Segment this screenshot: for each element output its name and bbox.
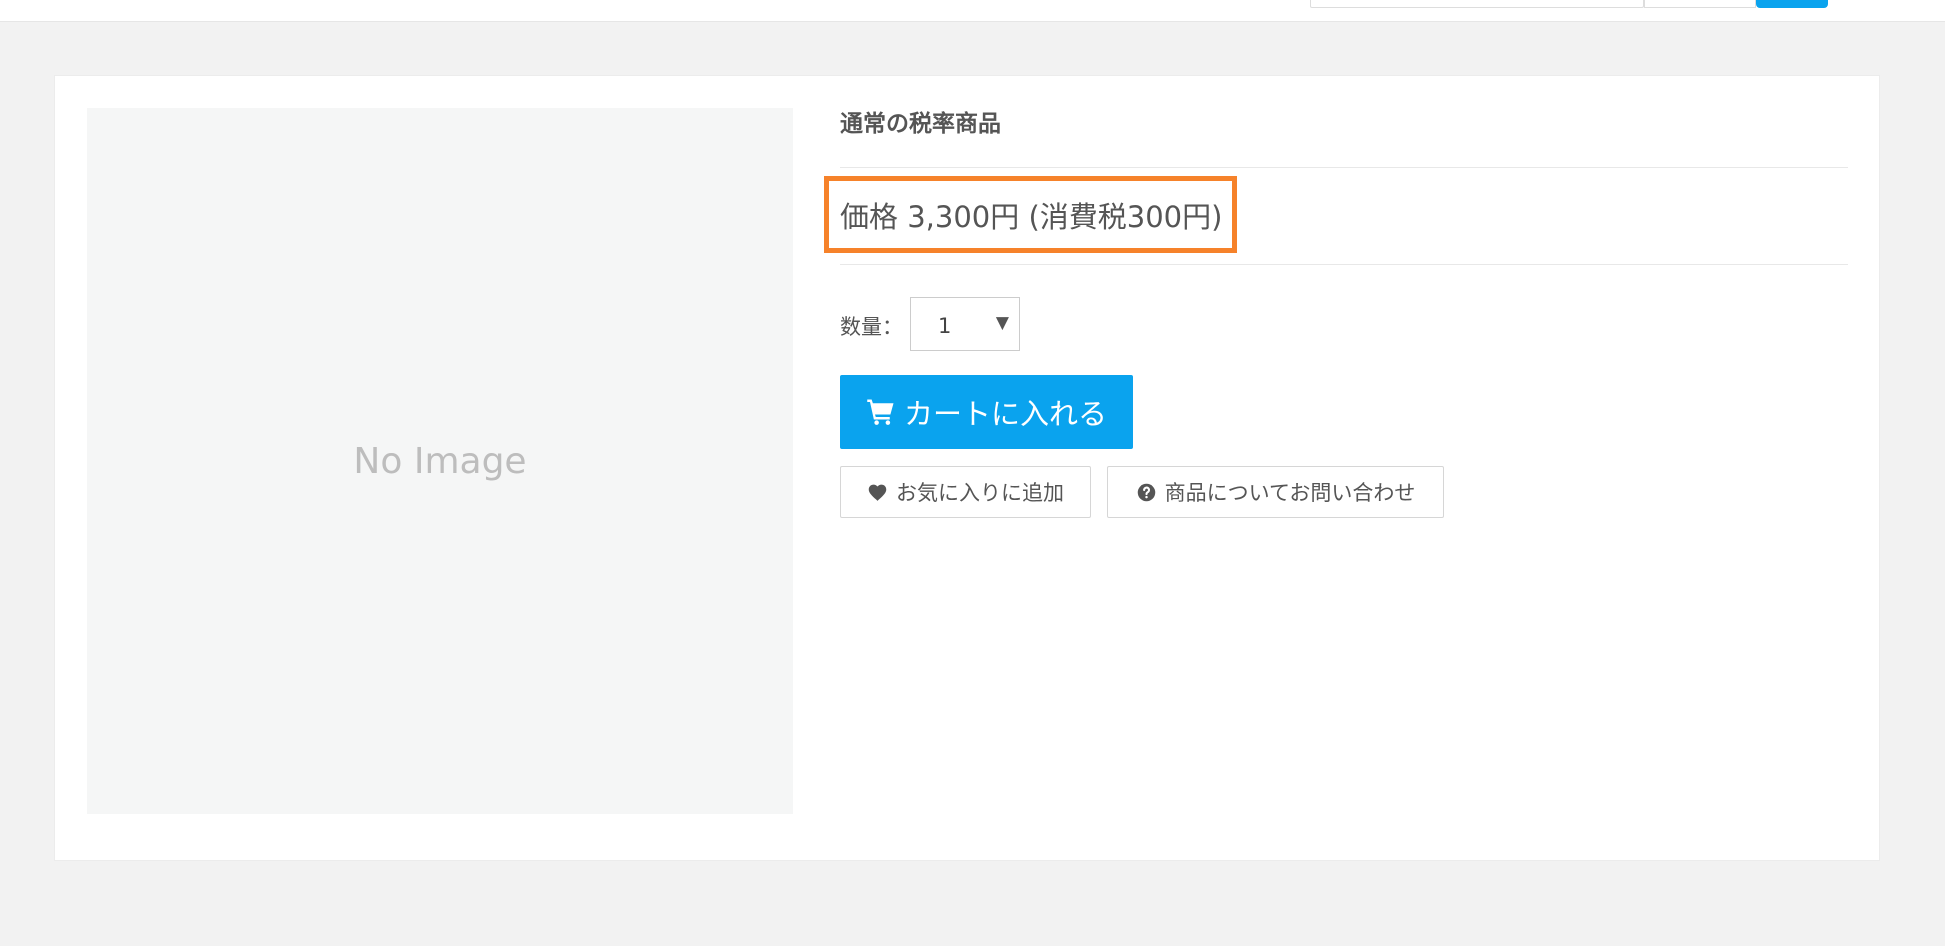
header-search-input[interactable] bbox=[1310, 0, 1644, 8]
heart-icon bbox=[868, 484, 887, 501]
price-highlight-box bbox=[824, 176, 1237, 253]
add-to-cart-label: カートに入れる bbox=[903, 397, 1107, 431]
favorite-label: お気に入りに追加 bbox=[896, 481, 1064, 505]
quantity-label: 数量： bbox=[840, 315, 903, 339]
divider-bottom bbox=[840, 264, 1848, 265]
dropdown-caret-icon: ▼ bbox=[995, 313, 1009, 333]
question-circle-icon bbox=[1137, 483, 1155, 501]
shopping-cart-icon bbox=[867, 399, 894, 425]
inquiry-label: 商品についてお問い合わせ bbox=[1164, 481, 1416, 505]
header-category-select[interactable] bbox=[1644, 0, 1756, 8]
quantity-value: 1 bbox=[938, 314, 952, 338]
divider-top bbox=[840, 167, 1848, 168]
quantity-select[interactable]: 1 ▼ bbox=[910, 297, 1020, 351]
add-to-cart-button[interactable]: カートに入れる bbox=[840, 375, 1133, 449]
product-title: 通常の税率商品 bbox=[840, 111, 1001, 137]
add-to-favorites-button[interactable]: お気に入りに追加 bbox=[840, 466, 1091, 518]
product-image-placeholder: No Image bbox=[87, 108, 793, 814]
product-inquiry-button[interactable]: 商品についてお問い合わせ bbox=[1107, 466, 1444, 518]
header-search-button[interactable] bbox=[1756, 0, 1828, 8]
top-header-bar bbox=[0, 0, 1945, 22]
no-image-text: No Image bbox=[353, 440, 527, 482]
